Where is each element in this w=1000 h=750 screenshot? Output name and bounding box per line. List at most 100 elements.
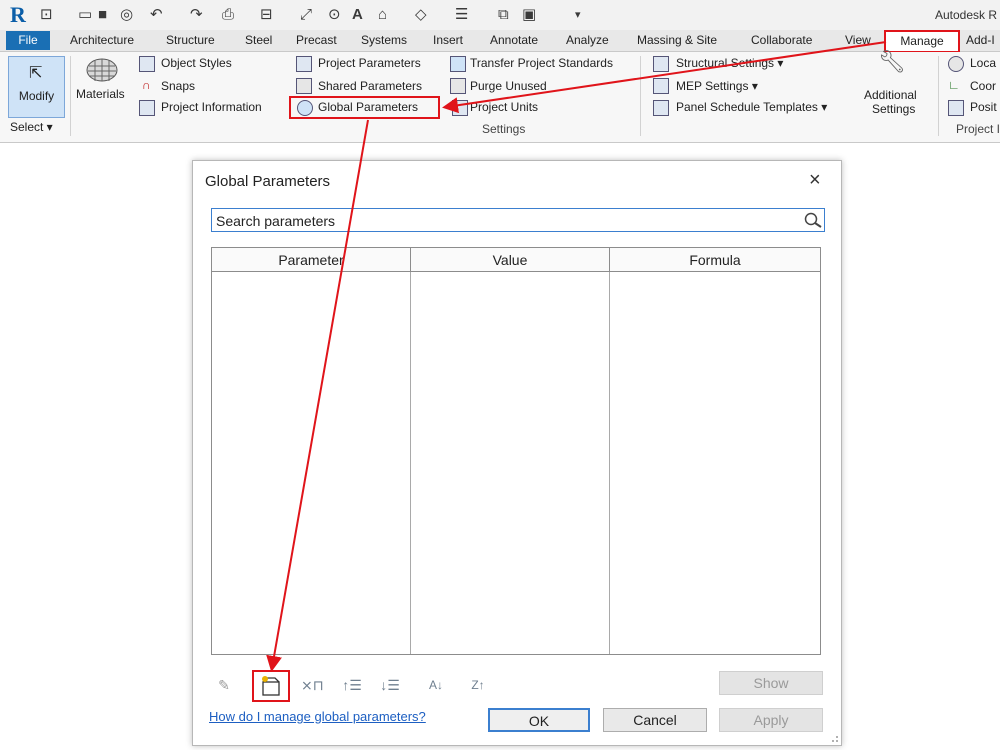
tab-insert[interactable]: Insert: [433, 33, 463, 48]
ok-button[interactable]: OK: [488, 708, 590, 732]
object-styles-icon: [139, 56, 155, 72]
separator: [938, 56, 939, 136]
tab-file[interactable]: File: [6, 31, 50, 50]
column-header-value[interactable]: Value: [411, 248, 610, 272]
tab-systems[interactable]: Systems: [361, 33, 407, 48]
coordinates-button[interactable]: Coor: [970, 79, 996, 94]
switch-windows-icon[interactable]: ▣: [522, 6, 536, 24]
additional-settings-label-2[interactable]: Settings: [872, 102, 915, 117]
tab-architecture[interactable]: Architecture: [70, 33, 134, 48]
tab-steel[interactable]: Steel: [245, 33, 272, 48]
close-icon[interactable]: ×: [809, 169, 821, 192]
project-units-button[interactable]: Project Units: [470, 100, 538, 115]
shared-parameters-button[interactable]: Shared Parameters: [318, 79, 422, 94]
tab-annotate[interactable]: Annotate: [490, 33, 538, 48]
position-button[interactable]: Posit: [970, 100, 997, 115]
purge-unused-icon: [450, 78, 466, 94]
panel-schedule-templates-icon: [653, 100, 669, 116]
sort-descending-icon[interactable]: Z↑: [467, 675, 489, 695]
project-parameters-icon: [296, 56, 312, 72]
sync-icon[interactable]: ◎: [120, 6, 133, 24]
mep-settings-icon: [653, 78, 669, 94]
additional-settings-label-1[interactable]: Additional: [864, 88, 917, 103]
tag-icon[interactable]: ⊙: [328, 6, 341, 24]
dialog-title: Global Parameters: [205, 173, 331, 190]
dimension-icon[interactable]: ⤢: [300, 6, 312, 24]
modify-label: Modify: [18, 89, 55, 103]
panel-schedule-templates-button[interactable]: Panel Schedule Templates ▾: [676, 100, 827, 115]
delete-parameter-icon[interactable]: ⨯⊓: [301, 675, 324, 695]
section-icon[interactable]: ◇: [415, 6, 427, 24]
structural-settings-button[interactable]: Structural Settings ▾: [676, 56, 783, 71]
redo-icon[interactable]: ↷: [190, 6, 203, 24]
transfer-standards-icon: [450, 56, 466, 72]
project-information-icon: [139, 100, 155, 116]
shared-parameters-icon: [296, 78, 312, 94]
project-units-icon: [452, 100, 468, 116]
tab-massing-site[interactable]: Massing & Site: [637, 33, 717, 48]
modify-button[interactable]: ⇱ Modify: [8, 56, 65, 118]
search-box: [211, 208, 825, 232]
separator: [70, 56, 71, 136]
app-title: Autodesk R: [935, 8, 998, 22]
ribbon-tab-bar: File Architecture Structure Steel Precas…: [0, 30, 1000, 53]
manage-ribbon: ⇱ Modify Select ▾ Materials Object Style…: [0, 49, 1000, 143]
project-panel-title: Project I: [956, 122, 1000, 136]
customize-qat-icon[interactable]: ▾: [575, 6, 581, 24]
separator: [640, 56, 641, 136]
home-icon[interactable]: ⊡: [40, 6, 53, 24]
parameters-grid: Parameter Value Formula: [211, 247, 821, 655]
tab-collaborate[interactable]: Collaborate: [751, 33, 812, 48]
tab-analyze[interactable]: Analyze: [566, 33, 609, 48]
purge-unused-button[interactable]: Purge Unused: [470, 79, 547, 94]
open-icon[interactable]: ▭: [78, 6, 92, 24]
settings-panel-title: Settings: [482, 122, 526, 136]
column-header-formula[interactable]: Formula: [610, 248, 820, 272]
resize-grip-icon[interactable]: [829, 733, 839, 743]
materials-icon[interactable]: [85, 56, 119, 84]
help-link[interactable]: How do I manage global parameters?: [209, 709, 426, 724]
object-styles-button[interactable]: Object Styles: [161, 56, 232, 71]
cursor-icon: ⇱: [29, 65, 43, 82]
cancel-button[interactable]: Cancel: [603, 708, 707, 732]
location-button[interactable]: Loca: [970, 56, 996, 71]
move-up-icon[interactable]: ↑☰: [341, 675, 363, 695]
3d-view-icon[interactable]: ⌂: [378, 6, 387, 24]
select-dropdown[interactable]: Select ▾: [10, 120, 53, 135]
print-icon[interactable]: ⎙: [222, 6, 234, 24]
close-hidden-icon[interactable]: ⧉: [498, 6, 509, 24]
revit-logo[interactable]: R: [10, 3, 26, 27]
column-header-parameter[interactable]: Parameter: [212, 248, 411, 272]
thin-lines-icon[interactable]: ☰: [455, 6, 468, 24]
tab-add-ins[interactable]: Add-I: [966, 33, 995, 48]
search-icon[interactable]: [802, 211, 824, 229]
measure-icon[interactable]: ⊟: [260, 6, 273, 24]
tab-view[interactable]: View: [845, 33, 871, 48]
project-information-button[interactable]: Project Information: [161, 100, 262, 115]
undo-icon[interactable]: ↶: [150, 6, 163, 24]
snaps-icon: ∩: [142, 78, 151, 92]
project-parameters-button[interactable]: Project Parameters: [318, 56, 421, 71]
materials-button[interactable]: Materials: [76, 87, 125, 102]
apply-button[interactable]: Apply: [719, 708, 823, 732]
new-parameter-highlight: [252, 670, 290, 702]
snaps-button[interactable]: Snaps: [161, 79, 195, 94]
transfer-project-standards-button[interactable]: Transfer Project Standards: [470, 56, 613, 71]
show-button[interactable]: Show: [719, 671, 823, 695]
position-icon: [948, 100, 964, 116]
sort-ascending-icon[interactable]: A↓: [425, 675, 447, 695]
global-parameters-highlight: [289, 96, 440, 119]
search-input[interactable]: [214, 210, 798, 232]
structural-settings-icon: [653, 56, 669, 72]
tab-structure[interactable]: Structure: [166, 33, 215, 48]
mep-settings-button[interactable]: MEP Settings ▾: [676, 79, 758, 94]
wrench-icon: 🔧︎: [878, 49, 906, 74]
tab-precast[interactable]: Precast: [296, 33, 337, 48]
column-divider: [609, 272, 610, 654]
text-icon[interactable]: A: [352, 6, 363, 24]
save-icon[interactable]: ■: [98, 6, 107, 24]
column-divider: [410, 272, 411, 654]
location-icon: [948, 56, 964, 72]
edit-parameter-icon[interactable]: ✎: [213, 675, 235, 695]
move-down-icon[interactable]: ↓☰: [379, 675, 401, 695]
